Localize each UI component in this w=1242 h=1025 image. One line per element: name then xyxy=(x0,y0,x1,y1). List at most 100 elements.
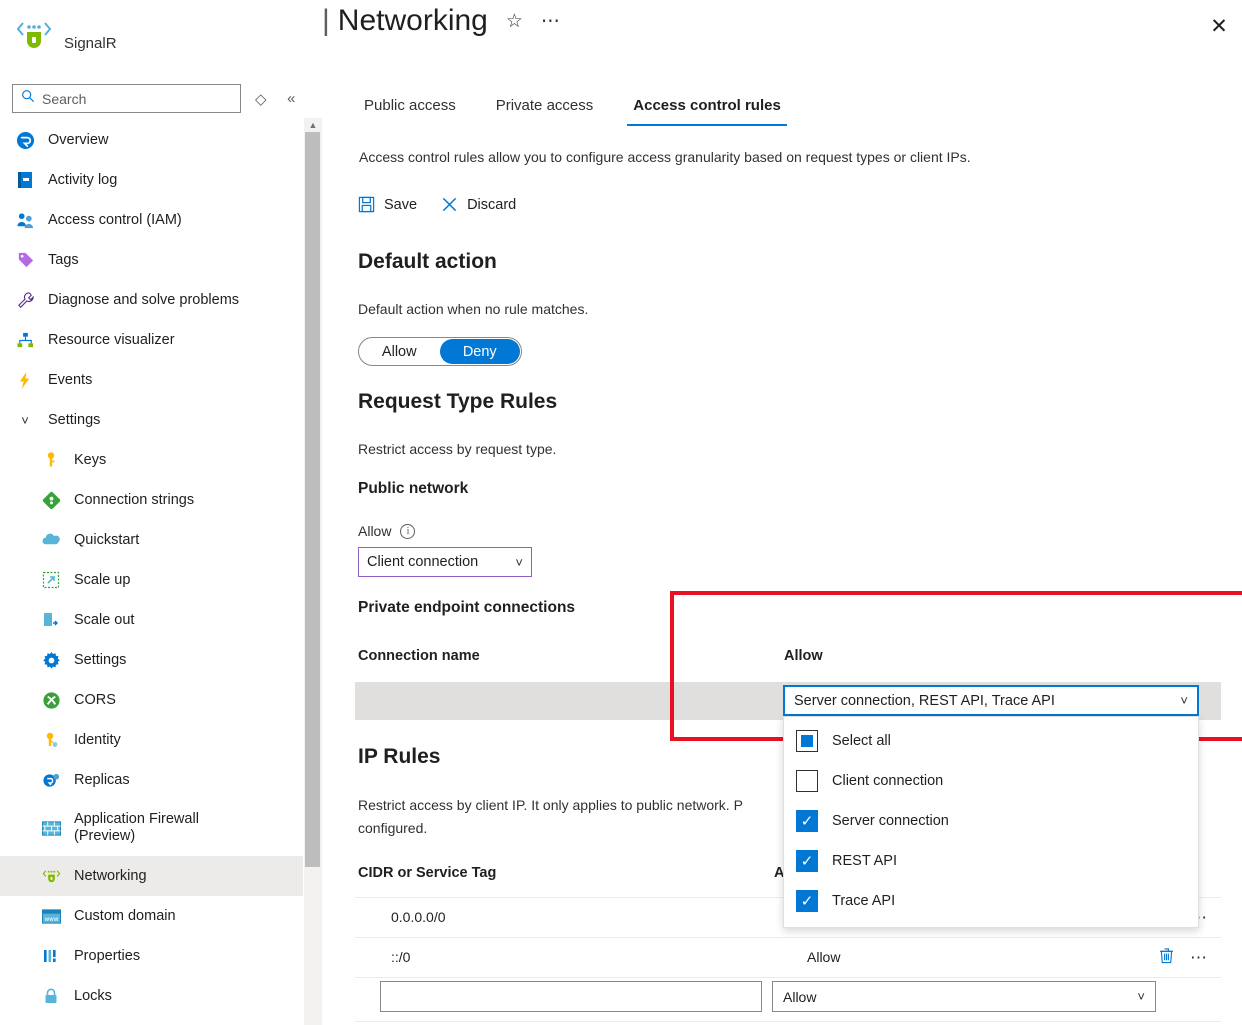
ellipsis-icon[interactable]: ⋯ xyxy=(1190,948,1208,968)
sidebar-nav-list: Overview Activity log Access control (IA… xyxy=(0,120,303,1016)
checkbox-checked-icon[interactable]: ✓ xyxy=(796,810,818,832)
sidebar-item-scale-out[interactable]: Scale out xyxy=(0,600,303,640)
sidebar-item-label: Replicas xyxy=(74,772,130,789)
sidebar-item-access-control[interactable]: Access control (IAM) xyxy=(0,200,303,240)
overview-icon xyxy=(14,129,36,151)
discard-label: Discard xyxy=(467,197,516,213)
events-icon xyxy=(14,369,36,391)
dropdown-option-rest-api[interactable]: ✓ REST API xyxy=(784,841,1198,881)
discard-button[interactable]: Discard xyxy=(441,196,516,213)
chevron-down-icon: ˅ xyxy=(1180,693,1188,708)
sidebar-item-identity[interactable]: Identity xyxy=(0,720,303,760)
sidebar-item-replicas[interactable]: Replicas xyxy=(0,760,303,800)
checkbox-checked-icon[interactable]: ✓ xyxy=(796,890,818,912)
default-action-toggle[interactable]: Allow Deny xyxy=(358,337,522,366)
save-icon xyxy=(358,196,375,213)
tab-private-access[interactable]: Private access xyxy=(490,93,600,126)
signalr-icon xyxy=(14,14,54,54)
sidebar-item-quickstart[interactable]: Quickstart xyxy=(0,520,303,560)
sidebar-item-label: Overview xyxy=(48,132,108,149)
sidebar-scrollbar-thumb[interactable] xyxy=(305,132,320,867)
sidebar-item-diagnose[interactable]: Diagnose and solve problems xyxy=(0,280,303,320)
sidebar-item-label: Diagnose and solve problems xyxy=(48,292,239,309)
pec-allow-dropdown: Select all Client connection ✓ Server co… xyxy=(783,716,1199,928)
save-button[interactable]: Save xyxy=(358,196,417,213)
ip-rules-heading: IP Rules xyxy=(358,745,440,769)
sort-icon[interactable]: ◇ xyxy=(250,90,272,108)
sidebar-item-settings[interactable]: Settings xyxy=(0,640,303,680)
tags-icon xyxy=(14,249,36,271)
sidebar-item-cors[interactable]: CORS xyxy=(0,680,303,720)
pec-allow-value: Server connection, REST API, Trace API xyxy=(794,693,1055,709)
dropdown-option-select-all[interactable]: Select all xyxy=(784,721,1198,761)
ellipsis-icon[interactable]: ⋯ xyxy=(541,10,560,33)
star-icon[interactable]: ☆ xyxy=(506,10,523,33)
info-icon[interactable]: i xyxy=(400,524,415,539)
sidebar-item-locks[interactable]: Locks xyxy=(0,976,303,1016)
tab-public-access[interactable]: Public access xyxy=(358,93,462,126)
tab-access-control-rules[interactable]: Access control rules xyxy=(627,93,787,126)
sidebar-item-application-firewall[interactable]: Application Firewall (Preview) xyxy=(0,800,303,856)
public-network-allow-value: Client connection xyxy=(367,554,478,570)
lock-icon xyxy=(40,985,62,1007)
ip-cidr-input[interactable] xyxy=(380,981,762,1012)
svg-text:www: www xyxy=(44,916,58,922)
sidebar-group-settings[interactable]: ˅ Settings xyxy=(0,400,303,440)
access-control-icon xyxy=(14,209,36,231)
sidebar-item-custom-domain[interactable]: www Custom domain xyxy=(0,896,303,936)
close-icon[interactable]: ✕ xyxy=(1205,12,1233,40)
checkbox-unchecked-icon[interactable] xyxy=(796,770,818,792)
ip-column-cidr: CIDR or Service Tag xyxy=(358,865,496,881)
identity-icon xyxy=(40,729,62,751)
sidebar-item-tags[interactable]: Tags xyxy=(0,240,303,280)
dropdown-option-label: Client connection xyxy=(832,773,943,789)
chevron-down-icon: ˅ xyxy=(1137,989,1145,1004)
pec-allow-multiselect[interactable]: Server connection, REST API, Trace API ˅ xyxy=(783,685,1199,716)
sidebar-item-connection-strings[interactable]: Connection strings xyxy=(0,480,303,520)
custom-domain-icon: www xyxy=(40,905,62,927)
sidebar-item-label: Activity log xyxy=(48,172,117,189)
sidebar-item-scale-up[interactable]: Scale up xyxy=(0,560,303,600)
main-content: | Networking ☆ ⋯ ✕ Public access Private… xyxy=(322,0,1242,1025)
toggle-option-deny[interactable]: Deny xyxy=(440,339,521,364)
sidebar-item-events[interactable]: Events xyxy=(0,360,303,400)
dropdown-option-client-connection[interactable]: Client connection xyxy=(784,761,1198,801)
table-row[interactable]: ::/0 Allow ⋯ xyxy=(355,937,1221,977)
resource-name: SignalR xyxy=(64,35,117,54)
sidebar-item-resource-visualizer[interactable]: Resource visualizer xyxy=(0,320,303,360)
wrench-icon xyxy=(14,289,36,311)
sidebar-item-label: Keys xyxy=(74,452,106,469)
ip-action-select[interactable]: Allow ˅ xyxy=(772,981,1156,1012)
sidebar-item-label: Scale out xyxy=(74,612,134,629)
scale-up-icon xyxy=(40,569,62,591)
sidebar-item-properties[interactable]: Properties xyxy=(0,936,303,976)
checkbox-indeterminate-icon[interactable] xyxy=(796,730,818,752)
double-chevron-left-icon[interactable]: « xyxy=(281,90,303,107)
toggle-option-allow[interactable]: Allow xyxy=(359,338,440,365)
sidebar-item-keys[interactable]: Keys xyxy=(0,440,303,480)
search-input[interactable]: Search xyxy=(12,84,241,113)
quickstart-icon xyxy=(40,529,62,551)
trash-icon[interactable] xyxy=(1159,947,1174,969)
scroll-up-icon[interactable]: ▲ xyxy=(304,118,322,132)
public-network-heading: Public network xyxy=(358,480,468,498)
dropdown-option-trace-api[interactable]: ✓ Trace API xyxy=(784,881,1198,921)
public-network-allow-select[interactable]: Client connection ˅ xyxy=(358,547,532,577)
connection-strings-icon xyxy=(40,489,62,511)
sidebar-item-label: Settings xyxy=(48,412,100,429)
dropdown-option-server-connection[interactable]: ✓ Server connection xyxy=(784,801,1198,841)
cors-icon xyxy=(40,689,62,711)
dropdown-option-label: Trace API xyxy=(832,893,895,909)
sidebar-item-networking[interactable]: Networking xyxy=(0,856,303,896)
search-placeholder: Search xyxy=(42,91,86,107)
checkbox-checked-icon[interactable]: ✓ xyxy=(796,850,818,872)
sidebar-item-overview[interactable]: Overview xyxy=(0,120,303,160)
private-endpoint-connections-heading: Private endpoint connections xyxy=(358,599,575,617)
sidebar-item-label: Access control (IAM) xyxy=(48,212,182,229)
resource-sidebar: SignalR Search ◇ « Overview xyxy=(0,0,303,1025)
page-title: Networking xyxy=(338,4,488,38)
sidebar-item-activity-log[interactable]: Activity log xyxy=(0,160,303,200)
sidebar-item-label: Resource visualizer xyxy=(48,332,175,349)
sidebar-item-label: Connection strings xyxy=(74,492,194,509)
sidebar-item-label: Events xyxy=(48,372,92,389)
